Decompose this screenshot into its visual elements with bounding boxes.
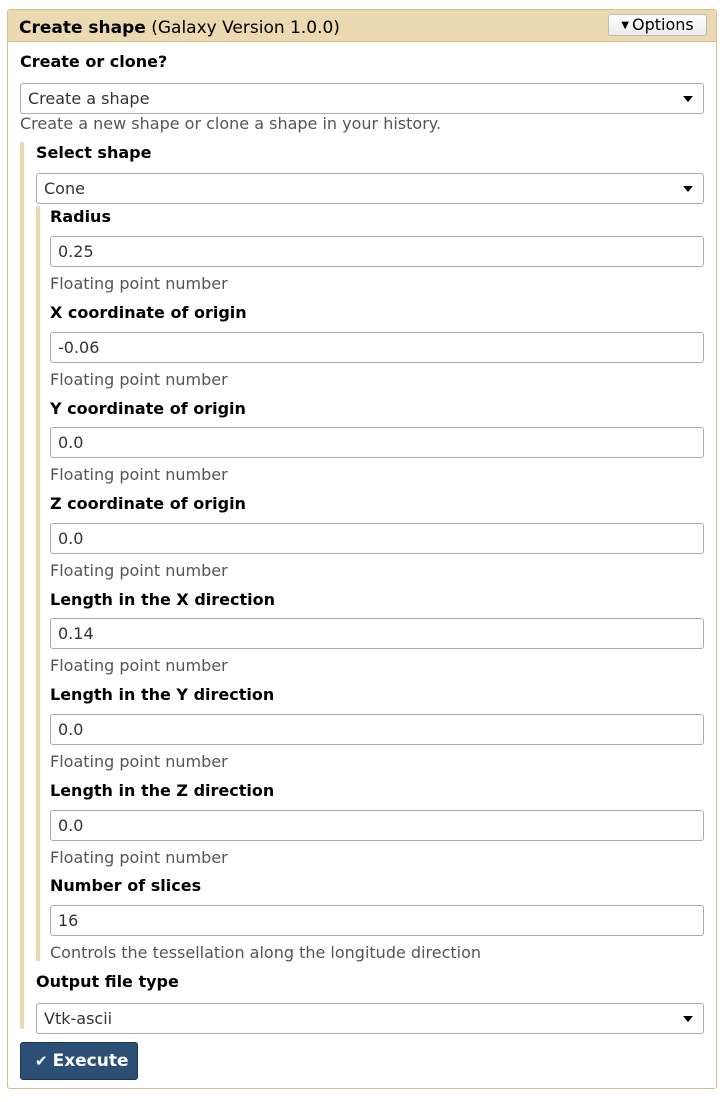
x-length-help: Floating point number <box>50 656 228 675</box>
y-origin-input[interactable]: 0.0 <box>50 427 704 458</box>
z-length-help: Floating point number <box>50 848 228 867</box>
y-length-label: Length in the Y direction <box>50 685 275 704</box>
y-origin-help: Floating point number <box>50 465 228 484</box>
slices-help: Controls the tessellation along the long… <box>50 943 482 962</box>
radius-help: Floating point number <box>50 274 228 293</box>
conditional-section-border <box>20 142 24 1029</box>
radius-label: Radius <box>50 207 111 226</box>
radius-input[interactable]: 0.25 <box>50 236 704 267</box>
y-length-help: Floating point number <box>50 752 228 771</box>
select-shape-value: Cone <box>44 179 85 198</box>
tool-name: Create shape <box>19 18 146 38</box>
output-file-type-select[interactable]: Vtk-ascii <box>36 1003 704 1034</box>
z-origin-help: Floating point number <box>50 561 228 580</box>
tool-version: (Galaxy Version 1.0.0) <box>151 18 340 38</box>
select-shape-select[interactable]: Cone <box>36 173 704 204</box>
z-origin-label: Z coordinate of origin <box>50 494 246 513</box>
chevron-down-icon <box>683 186 693 192</box>
y-length-input[interactable]: 0.0 <box>50 714 704 745</box>
x-origin-input[interactable]: -0.06 <box>50 332 704 363</box>
z-length-input[interactable]: 0.0 <box>50 810 704 841</box>
output-file-type-value: Vtk-ascii <box>44 1009 113 1028</box>
select-shape-label: Select shape <box>36 143 152 162</box>
x-origin-help: Floating point number <box>50 370 228 389</box>
output-file-type-label: Output file type <box>36 972 179 991</box>
check-icon: ✔ <box>35 1052 48 1070</box>
create-or-clone-help: Create a new shape or clone a shape in y… <box>20 114 442 133</box>
create-or-clone-label: Create or clone? <box>20 52 168 71</box>
x-length-input[interactable]: 0.14 <box>50 618 704 649</box>
execute-label: Execute <box>52 1051 129 1071</box>
create-or-clone-value: Create a shape <box>28 89 150 108</box>
execute-button[interactable]: ✔ Execute <box>20 1042 138 1080</box>
chevron-down-icon <box>683 1016 693 1022</box>
tool-title: Create shape (Galaxy Version 1.0.0) <box>19 18 340 38</box>
slices-input[interactable]: 16 <box>50 905 704 936</box>
x-origin-label: X coordinate of origin <box>50 303 247 322</box>
chevron-down-icon <box>683 96 693 102</box>
caret-down-icon: ▼ <box>621 20 629 31</box>
z-origin-input[interactable]: 0.0 <box>50 523 704 554</box>
y-origin-label: Y coordinate of origin <box>50 399 246 418</box>
tool-form-header: Create shape (Galaxy Version 1.0.0) ▼ Opt… <box>8 10 716 42</box>
create-or-clone-select[interactable]: Create a shape <box>20 83 704 114</box>
options-label: Options <box>631 15 694 34</box>
slices-label: Number of slices <box>50 876 202 895</box>
x-length-label: Length in the X direction <box>50 590 275 609</box>
options-button[interactable]: ▼ Options <box>608 14 707 36</box>
shape-params-section-border <box>36 206 40 961</box>
z-length-label: Length in the Z direction <box>50 781 275 800</box>
